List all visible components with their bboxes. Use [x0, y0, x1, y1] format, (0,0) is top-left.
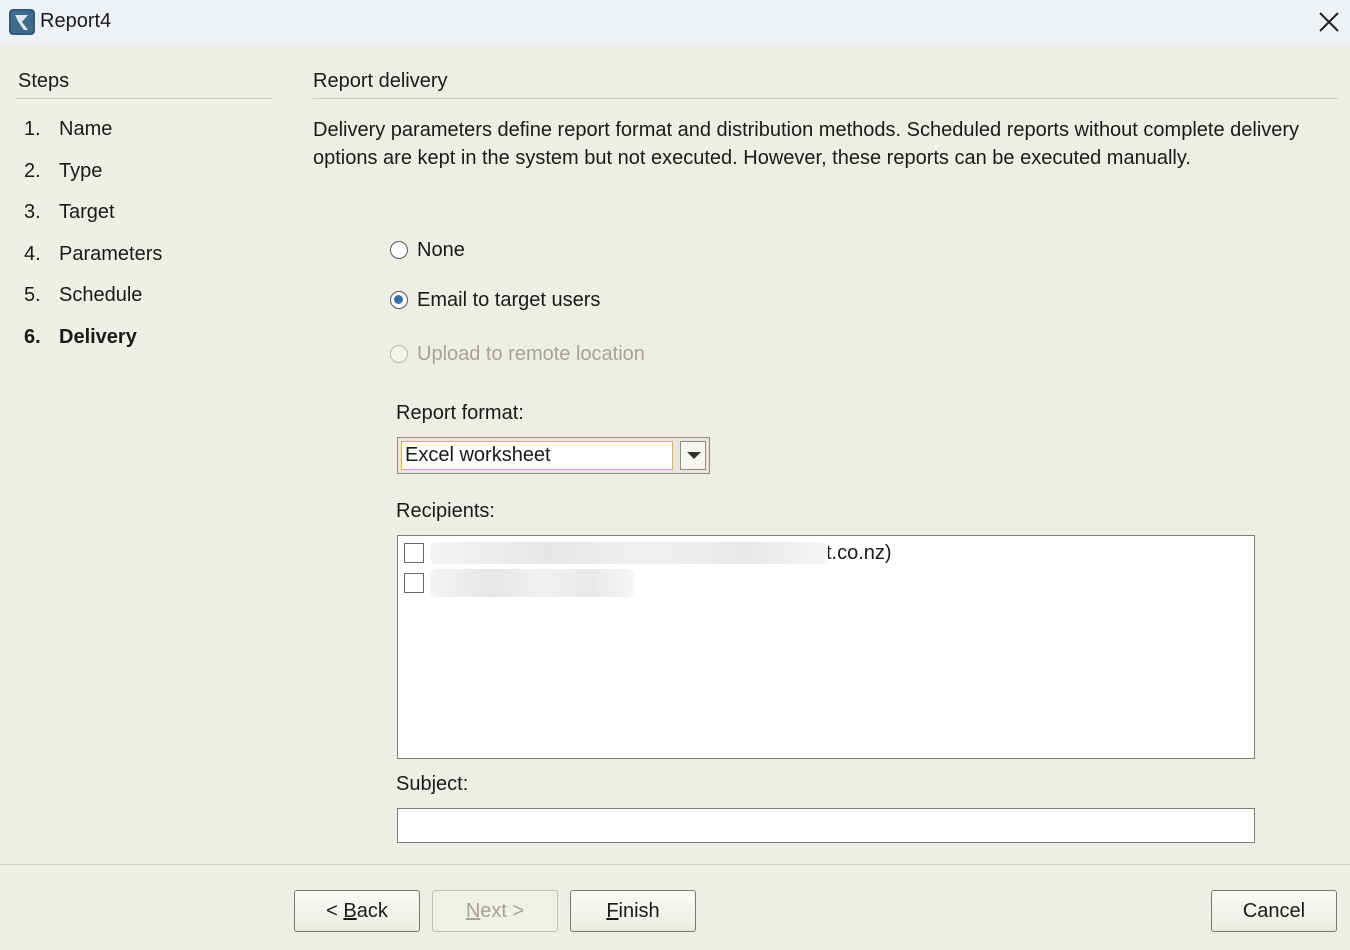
redacted-text: [430, 542, 828, 564]
steps-divider: [16, 98, 272, 99]
description-text: Delivery parameters define report format…: [313, 119, 1300, 169]
recipient-checkbox[interactable]: [404, 573, 424, 593]
recipients-list[interactable]: t.co.nz): [397, 535, 1255, 759]
step-item-type: 2. Type: [24, 160, 102, 183]
button-bar: < Back Next > Finish Cancel: [0, 865, 1350, 950]
finish-button-rest: inish: [618, 899, 660, 922]
report-format-value[interactable]: Excel worksheet: [401, 441, 673, 470]
section-title: Report delivery: [313, 70, 448, 92]
radio-email-label[interactable]: Email to target users: [417, 289, 600, 312]
chevron-down-icon: [687, 452, 701, 459]
step-label: Name: [59, 118, 113, 140]
back-button-prefix: <: [326, 899, 344, 922]
delivery-panel: Report delivery Delivery parameters defi…: [292, 46, 1350, 864]
radio-none[interactable]: None: [390, 236, 465, 264]
window-title: Report4: [40, 10, 112, 32]
subject-label: Subject:: [396, 773, 469, 795]
radio-upload-circle: [390, 345, 408, 363]
finish-button[interactable]: Finish: [570, 890, 696, 932]
radio-none-label[interactable]: None: [417, 239, 465, 262]
recipient-label: t.co.nz): [826, 541, 892, 564]
step-label: Schedule: [59, 284, 143, 306]
step-label: Parameters: [59, 242, 163, 265]
radio-email-circle[interactable]: [390, 291, 408, 309]
recipient-checkbox[interactable]: [404, 543, 424, 563]
radio-upload: Upload to remote location: [390, 340, 645, 368]
step-item-parameters: 4. Parameters: [24, 243, 162, 266]
step-number: 6.: [24, 325, 41, 348]
step-item-target: 3. Target: [24, 201, 115, 224]
recipients-label: Recipients:: [396, 500, 495, 522]
step-item-schedule: 5. Schedule: [24, 284, 142, 307]
step-number: 4.: [24, 242, 41, 265]
back-button[interactable]: < Back: [294, 890, 420, 932]
back-button-mnemonic: B: [343, 899, 357, 922]
close-button[interactable]: [1306, 0, 1350, 46]
step-label: Delivery: [59, 325, 137, 348]
list-item[interactable]: t.co.nz): [404, 541, 892, 565]
next-button-mnemonic: N: [465, 899, 481, 922]
next-button: Next >: [432, 890, 558, 932]
step-number: 2.: [24, 159, 41, 182]
list-item[interactable]: [404, 569, 634, 597]
app-logo-icon: [9, 9, 35, 35]
steps-heading: Steps: [18, 70, 70, 92]
step-label: Type: [59, 159, 103, 182]
close-icon: [1319, 12, 1339, 32]
redacted-text: [430, 569, 634, 597]
step-number: 1.: [24, 118, 41, 140]
title-bar: Report4: [0, 0, 1350, 46]
back-button-rest: ack: [356, 899, 388, 922]
radio-email[interactable]: Email to target users: [390, 286, 600, 314]
dropdown-button[interactable]: [680, 441, 706, 470]
finish-button-mnemonic: F: [606, 899, 619, 922]
report-format-select[interactable]: Excel worksheet: [397, 437, 710, 474]
step-number: 5.: [24, 284, 41, 306]
radio-upload-label: Upload to remote location: [417, 342, 645, 365]
step-item-delivery: 6. Delivery: [24, 326, 137, 349]
step-number: 3.: [24, 201, 41, 223]
cancel-button[interactable]: Cancel: [1211, 890, 1337, 932]
subject-input[interactable]: [397, 808, 1255, 843]
radio-none-circle[interactable]: [390, 241, 408, 259]
step-item-name: 1. Name: [24, 118, 112, 141]
steps-panel: Steps 1. Name 2. Type 3. Target 4. Parameters 5.…: [0, 46, 292, 864]
section-divider: [313, 98, 1338, 99]
step-label: Target: [59, 201, 115, 223]
next-button-rest: ext >: [480, 899, 525, 922]
report-format-label: Report format:: [396, 402, 524, 424]
